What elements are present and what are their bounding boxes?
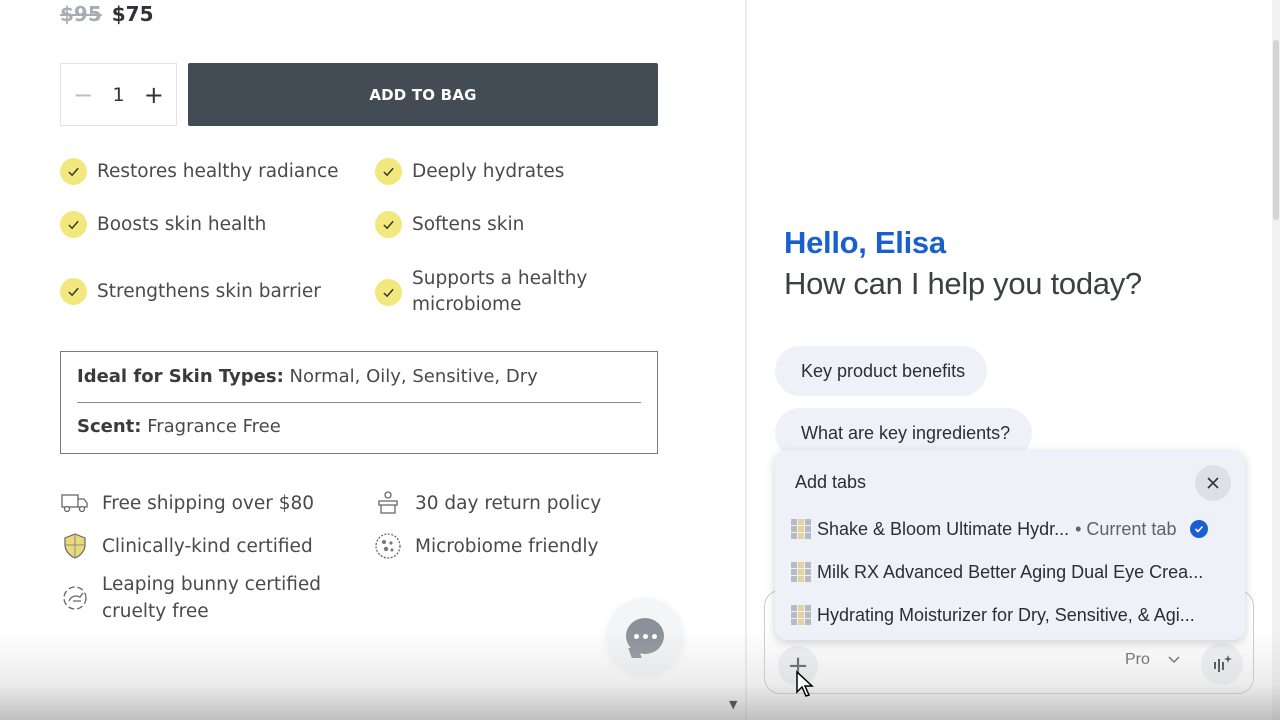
feature-item: Clinically-kind certified xyxy=(60,531,313,561)
mouse-cursor-icon xyxy=(796,670,814,697)
product-specs: Ideal for Skin Types: Normal, Oily, Sens… xyxy=(60,351,658,454)
feature-item: 30 day return policy xyxy=(373,488,601,518)
tab-option-current[interactable]: Shake & Bloom Ultimate Hydr... • Current… xyxy=(791,514,1231,544)
scent-line: Scent: Fragrance Free xyxy=(77,416,281,437)
sale-price: $75 xyxy=(111,2,154,26)
shield-icon xyxy=(60,531,90,561)
suggestion-chip[interactable]: Key product benefits xyxy=(775,346,988,396)
chat-bubble-icon xyxy=(626,618,664,654)
benefit-item: Deeply hydrates xyxy=(375,158,564,185)
spec-divider xyxy=(77,402,641,403)
check-icon xyxy=(375,278,402,306)
price-row: $95 $75 xyxy=(60,0,154,28)
decrease-quantity-button[interactable]: − xyxy=(68,83,98,107)
tab-favicon-icon xyxy=(791,562,811,582)
scent-label: Scent: xyxy=(77,416,142,437)
microbiome-icon xyxy=(373,531,403,561)
truck-icon xyxy=(60,488,90,518)
add-tabs-title: Add tabs xyxy=(795,472,867,492)
return-box-icon xyxy=(373,488,403,518)
tab-option[interactable]: Milk RX Advanced Better Aging Dual Eye C… xyxy=(791,557,1231,587)
skin-types-label: Ideal for Skin Types: xyxy=(77,366,284,387)
tab-title: Milk RX Advanced Better Aging Dual Eye C… xyxy=(817,561,1204,582)
quantity-value[interactable]: 1 xyxy=(112,84,124,106)
feature-label: Leaping bunny certified cruelty free xyxy=(102,574,322,622)
add-to-bag-button[interactable]: ADD TO BAG xyxy=(188,63,658,126)
benefit-item: Strengthens skin barrier xyxy=(60,278,321,305)
feature-label: Free shipping over $80 xyxy=(102,492,315,514)
tab-option[interactable]: Hydrating Moisturizer for Dry, Sensitive… xyxy=(791,600,1231,630)
scrollbar[interactable] xyxy=(1272,0,1280,720)
chat-button[interactable] xyxy=(607,598,683,674)
skin-types-line: Ideal for Skin Types: Normal, Oily, Sens… xyxy=(77,366,538,387)
scroll-down-arrow-icon[interactable]: ▼ xyxy=(729,698,737,711)
skin-types-value: Normal, Oily, Sensitive, Dry xyxy=(289,366,538,387)
check-icon xyxy=(375,158,402,185)
model-selector[interactable]: Pro xyxy=(1125,651,1180,669)
tab-title: Hydrating Moisturizer for Dry, Sensitive… xyxy=(817,604,1195,625)
benefit-label: Boosts skin health xyxy=(97,213,267,235)
feature-label: 30 day return policy xyxy=(415,492,602,514)
benefit-item: Supports a healthy microbiome xyxy=(375,266,615,318)
feature-item: Microbiome friendly xyxy=(373,531,598,561)
selected-check-icon xyxy=(1190,520,1209,538)
tab-favicon-icon xyxy=(791,519,811,539)
feature-item: Leaping bunny certified cruelty free xyxy=(60,571,350,625)
original-price: $95 xyxy=(60,2,102,26)
increase-quantity-button[interactable]: + xyxy=(139,83,169,107)
current-tab-label: • Current tab xyxy=(1075,518,1177,539)
benefit-item: Restores healthy radiance xyxy=(60,158,339,185)
product-pane: $95 $75 − 1 + ADD TO BAG Restores health… xyxy=(0,0,745,720)
tab-title: Shake & Bloom Ultimate Hydr... xyxy=(817,518,1070,539)
benefit-label: Supports a healthy microbiome xyxy=(412,268,588,315)
benefit-label: Restores healthy radiance xyxy=(97,160,339,182)
close-icon[interactable] xyxy=(1195,465,1231,501)
feature-label: Microbiome friendly xyxy=(415,535,599,557)
benefit-item: Boosts skin health xyxy=(60,211,266,238)
feature-label: Clinically-kind certified xyxy=(102,535,313,557)
feature-item: Free shipping over $80 xyxy=(60,488,314,518)
bunny-icon xyxy=(60,583,90,613)
greeting: Hello, Elisa xyxy=(784,225,946,260)
voice-sparkle-icon[interactable] xyxy=(1201,643,1243,685)
check-icon xyxy=(60,278,87,305)
model-name: Pro xyxy=(1125,651,1150,668)
check-icon xyxy=(375,211,402,238)
benefit-item: Softens skin xyxy=(375,211,524,238)
check-icon xyxy=(60,211,87,238)
help-prompt: How can I help you today? xyxy=(784,266,1142,301)
scrollbar-thumb[interactable] xyxy=(1273,40,1279,220)
benefit-label: Softens skin xyxy=(412,213,525,235)
add-tabs-popup: Add tabs Shake & Bloom Ultimate Hydr... … xyxy=(775,450,1245,640)
benefit-label: Deeply hydrates xyxy=(412,160,565,182)
quantity-stepper: − 1 + xyxy=(60,63,177,126)
benefit-label: Strengthens skin barrier xyxy=(97,280,321,302)
scent-value: Fragrance Free xyxy=(147,416,281,437)
check-icon xyxy=(60,158,87,185)
assistant-panel: Hello, Elisa How can I help you today? K… xyxy=(747,0,1280,720)
chevron-down-icon xyxy=(1168,651,1180,669)
tab-favicon-icon xyxy=(791,605,811,625)
